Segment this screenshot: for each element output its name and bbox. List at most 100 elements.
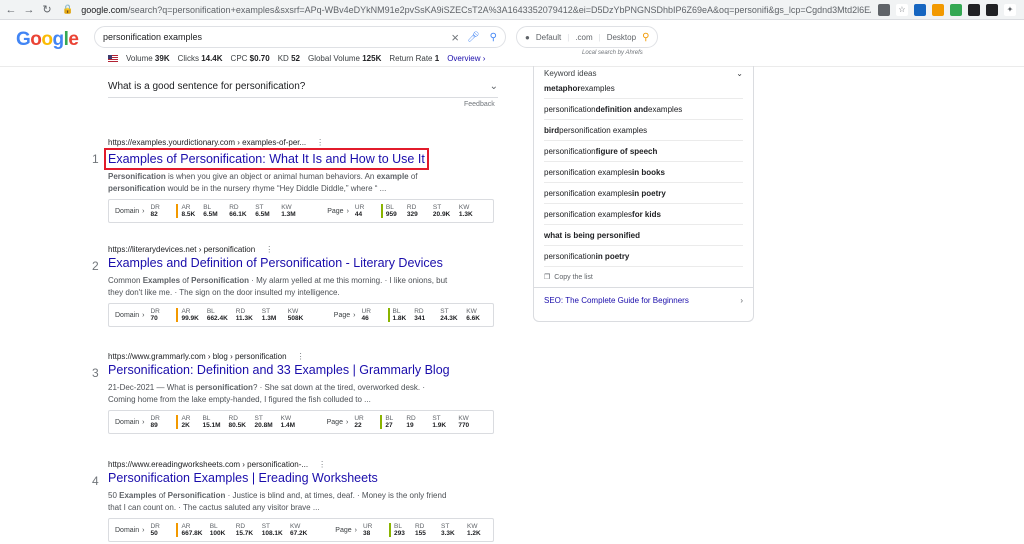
- result-snippet: 50 Examples of Personification · Justice…: [108, 491, 447, 512]
- more-options-icon[interactable]: ⋮: [318, 460, 326, 469]
- result-title[interactable]: Examples and Definition of Personificati…: [108, 256, 443, 270]
- result-snippet: 21-Dec-2021 — What is personification? ·…: [108, 383, 426, 404]
- keyword-idea[interactable]: personification definition and examples: [544, 99, 743, 120]
- keyword-idea[interactable]: bird personification examples: [544, 120, 743, 141]
- keyword-ideas-header[interactable]: Keyword ideas ⌄: [534, 66, 753, 78]
- reload-icon[interactable]: ↻: [40, 3, 54, 16]
- chevron-down-icon[interactable]: ⌄: [736, 69, 743, 78]
- keyword-idea[interactable]: what is being personified: [544, 225, 743, 246]
- metric-ur: UR 46: [361, 308, 371, 322]
- metric-st: ST 6.5M: [255, 204, 270, 218]
- search-icon[interactable]: ⚲: [490, 32, 497, 43]
- page-metrics-toggle[interactable]: Page ›: [327, 419, 349, 426]
- page-metrics-toggle[interactable]: Page ›: [334, 312, 356, 319]
- search-result: https://www.ereadingworksheets.com › per…: [92, 460, 498, 542]
- metric-rd: RD 66.1K: [229, 204, 247, 218]
- clear-icon[interactable]: ×: [451, 30, 459, 45]
- us-flag-icon: [108, 55, 118, 62]
- more-options-icon[interactable]: ⋮: [265, 245, 273, 254]
- extension-icon[interactable]: [914, 3, 926, 16]
- metric-dr: DR 50: [150, 523, 160, 537]
- metric-kw: KW 1.2K: [466, 523, 481, 537]
- metric-kw: KW 1.3K: [458, 204, 473, 218]
- metric-bl: BL 27: [380, 415, 398, 429]
- header-divider: [0, 66, 1024, 67]
- domain-metrics-toggle[interactable]: Domain ›: [115, 527, 144, 534]
- overview-link[interactable]: Overview ›: [447, 54, 485, 63]
- keyword-metrics-bar: Volume 39K Clicks 14.4K CPC $0.70 KD 52 …: [108, 54, 485, 63]
- chevron-down-icon[interactable]: ⌄: [490, 81, 498, 92]
- address-bar[interactable]: google.com/search?q=personification+exam…: [81, 5, 871, 15]
- metric-dr: DR 82: [150, 204, 160, 218]
- puzzle-icon[interactable]: ✦: [1004, 3, 1016, 16]
- extension-icon[interactable]: [968, 3, 980, 16]
- keyword-idea[interactable]: personification examples in books: [544, 162, 743, 183]
- feedback-link[interactable]: Feedback: [464, 101, 495, 108]
- metric-rd: RD 19: [406, 415, 416, 429]
- keyword-idea[interactable]: metaphor examples: [544, 78, 743, 99]
- keyword-idea[interactable]: personification in poetry: [544, 246, 743, 267]
- metric-bl: BL 662.4K: [206, 308, 228, 322]
- metric-kw: KW 770: [458, 415, 470, 429]
- copy-icon: ❐: [544, 274, 551, 281]
- result-url[interactable]: https://www.grammarly.com › blog › perso…: [108, 352, 498, 361]
- forward-icon[interactable]: →: [22, 4, 36, 16]
- result-rank: 1: [92, 152, 99, 166]
- metric-dr: DR 89: [150, 415, 160, 429]
- google-logo[interactable]: Google: [16, 29, 79, 51]
- url-host: google.com: [81, 4, 128, 15]
- seo-guide-link[interactable]: SEO: The Complete Guide for Beginners ›: [534, 287, 753, 313]
- metric-kw: KW 1.4M: [280, 415, 296, 429]
- lock-icon[interactable]: 🔒: [62, 4, 73, 15]
- star-icon[interactable]: ☆: [896, 3, 908, 16]
- device-select[interactable]: Desktop: [607, 33, 636, 42]
- result-title[interactable]: Personification: Definition and 33 Examp…: [108, 363, 450, 377]
- keyword-idea[interactable]: personification figure of speech: [544, 141, 743, 162]
- paa-question-text: What is a good sentence for personificat…: [108, 81, 306, 92]
- metric-ar: AR 667.8K: [176, 523, 202, 537]
- result-title[interactable]: Personification Examples | Ereading Work…: [108, 471, 378, 485]
- result-rank: 2: [92, 259, 99, 273]
- search-box[interactable]: personification examples × 🎤︎ ⚲: [94, 26, 506, 48]
- result-url[interactable]: https://examples.yourdictionary.com › ex…: [108, 138, 498, 147]
- search-result: https://literarydevices.net › personific…: [92, 245, 498, 327]
- metric-st: ST 20.8M: [254, 415, 273, 429]
- search-input[interactable]: personification examples: [103, 32, 451, 42]
- metric-st: ST 1.3M: [261, 308, 277, 322]
- result-url[interactable]: https://www.ereadingworksheets.com › per…: [108, 460, 498, 469]
- domain-metrics-toggle[interactable]: Domain ›: [115, 208, 144, 215]
- metric-kw: KW 1.3M: [281, 204, 296, 218]
- page-metrics-toggle[interactable]: Page ›: [327, 208, 349, 215]
- metric-kw: KW 67.2K: [289, 523, 308, 537]
- result-url[interactable]: https://literarydevices.net › personific…: [108, 245, 498, 254]
- local-search-caption: Local search by Ahrefs: [582, 50, 643, 56]
- more-options-icon[interactable]: ⋮: [316, 138, 324, 147]
- grammarly-extension-icon[interactable]: [950, 3, 962, 16]
- more-options-icon[interactable]: ⋮: [297, 352, 305, 361]
- paa-question[interactable]: What is a good sentence for personificat…: [108, 76, 498, 98]
- keyword-idea[interactable]: personification examples for kids: [544, 204, 743, 225]
- microphone-icon[interactable]: 🎤︎: [467, 32, 480, 43]
- metric-ar: AR 2K: [176, 415, 194, 429]
- metric-bl: BL 15.1M: [202, 415, 221, 429]
- metric-ur: UR 38: [362, 523, 373, 537]
- domain-metrics-toggle[interactable]: Domain ›: [115, 419, 144, 426]
- share-icon[interactable]: [878, 3, 890, 16]
- result-title[interactable]: Examples of Personification: What It Is …: [104, 148, 429, 170]
- domain-select[interactable]: .com: [575, 33, 592, 42]
- copy-list-button[interactable]: ❐ Copy the list: [544, 267, 743, 287]
- page-metrics-toggle[interactable]: Page ›: [335, 527, 357, 534]
- metric-rd: RD 329: [406, 204, 418, 218]
- metric-ar: AR 99.9K: [176, 308, 199, 322]
- country-select[interactable]: Default: [536, 33, 561, 42]
- metric-st: ST 20.9K: [432, 204, 451, 218]
- keyword-idea[interactable]: personification examples in poetry: [544, 183, 743, 204]
- local-search-icon[interactable]: ⚲: [642, 32, 649, 43]
- metric-kw: KW 6.6K: [466, 308, 480, 322]
- back-icon[interactable]: ←: [4, 4, 18, 16]
- metric-dr: DR 70: [150, 308, 160, 322]
- domain-metrics-toggle[interactable]: Domain ›: [115, 312, 144, 319]
- ahrefs-extension-icon[interactable]: [932, 3, 944, 16]
- extension-icon[interactable]: [986, 3, 998, 16]
- result-rank: 4: [92, 474, 99, 488]
